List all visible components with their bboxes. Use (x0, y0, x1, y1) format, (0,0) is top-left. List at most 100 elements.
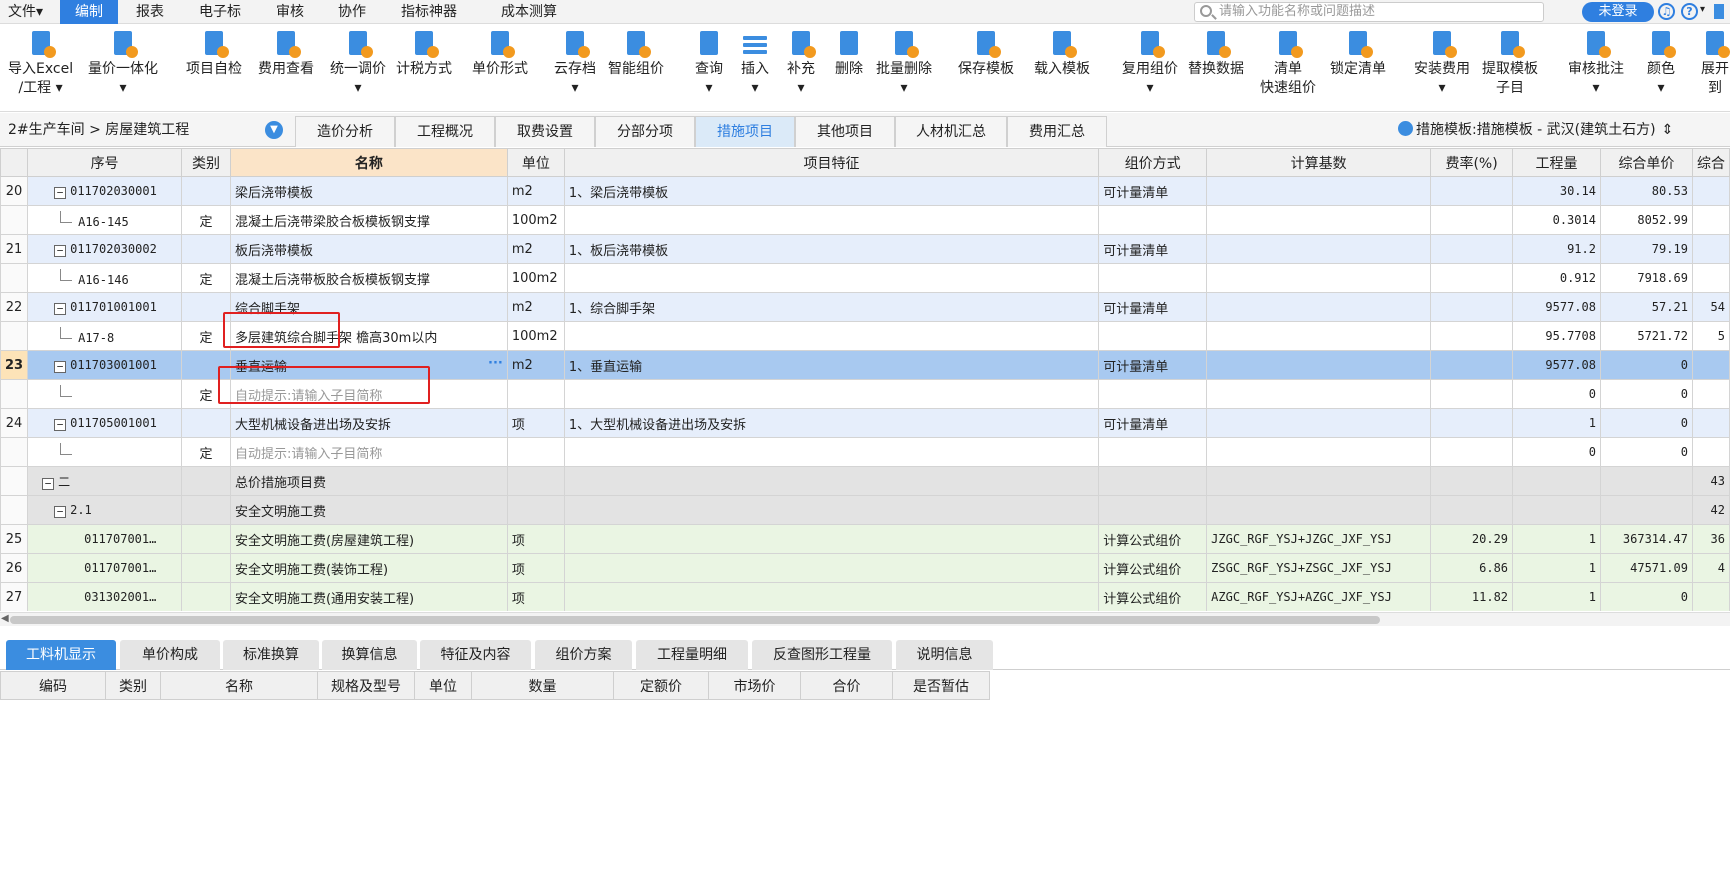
cell-calc-base[interactable] (1206, 466, 1432, 496)
cell-calc-base[interactable]: JZGC_RGF_YSJ+JZGC_JXF_YSJ (1206, 524, 1432, 554)
cell-name[interactable]: 安全文明施工费(房屋建筑工程) (229, 524, 508, 554)
cell-total[interactable] (1691, 437, 1730, 467)
table-row[interactable]: 20−011702030001 梁后浇带模板 m2 1、梁后浇带模板 可计量清单 30.1… (0, 176, 1730, 206)
cell-unit[interactable] (506, 495, 565, 525)
cell-pricing-method[interactable] (1098, 379, 1208, 409)
cell-type[interactable] (181, 234, 231, 264)
cell-seq[interactable]: A17-8 (27, 321, 183, 351)
menu-report[interactable]: 报表 (128, 0, 172, 24)
cell-pricing-method[interactable]: 可计量清单 (1098, 350, 1208, 380)
cell-name[interactable]: 大型机械设备进出场及安拆 (229, 408, 508, 438)
cell-unit[interactable]: 100m2 (506, 205, 565, 235)
bottom-header-quantity[interactable]: 数量 (471, 671, 614, 700)
cell-feature[interactable] (563, 205, 1100, 235)
cell-quantity[interactable]: 0 (1512, 379, 1601, 409)
cell-rate[interactable] (1430, 379, 1514, 409)
table-row[interactable]: 21−011702030002 板后浇带模板 m2 1、板后浇带模板 可计量清单 91.2… (0, 234, 1730, 264)
breadcrumb[interactable]: 2#生产车间 > 房屋建筑工程 (8, 113, 189, 147)
header-name[interactable]: 名称 (229, 148, 508, 177)
tab-pricing-scheme[interactable]: 组价方案 (535, 640, 632, 670)
cell-total[interactable]: 54 (1691, 292, 1730, 322)
toolbar-button-20[interactable]: 安装费用 ▾ (1414, 28, 1470, 98)
menu-cost-estimate[interactable]: 成本测算 (493, 0, 565, 24)
cell-seq[interactable] (27, 379, 183, 409)
cell-unit-price[interactable]: 5721.72 (1599, 321, 1693, 351)
cell-unit[interactable] (506, 466, 565, 496)
cell-calc-base[interactable] (1206, 234, 1432, 264)
toolbar-button-10[interactable]: 插入 ▾ (740, 28, 770, 98)
cell-total[interactable] (1691, 582, 1730, 611)
cell-total[interactable] (1691, 408, 1730, 438)
toolbar-button-0[interactable]: 导入Excel/工程 ▾ (8, 28, 73, 98)
cell-rate[interactable] (1430, 176, 1514, 206)
menu-e-bid[interactable]: 电子标 (191, 0, 249, 24)
cell-rate[interactable] (1430, 263, 1514, 293)
cell-pricing-method[interactable] (1098, 205, 1208, 235)
cell-unit-price[interactable]: 0 (1599, 437, 1693, 467)
cell-unit-price[interactable]: 0 (1599, 582, 1693, 611)
grid-menu-icon[interactable] (1714, 4, 1724, 19)
table-row[interactable]: 定 自动提示:请输入子目简称 0 0 (0, 437, 1730, 467)
table-row[interactable]: A16-145 定 混凝土后浇带梁胶合板模板钢支撑 100m2 0.3014 8052.9… (0, 205, 1730, 235)
cell-name[interactable]: 混凝土后浇带板胶合板模板钢支撑 (229, 263, 508, 293)
cell-pricing-method[interactable]: 计算公式组价 (1098, 524, 1208, 554)
cell-rate[interactable] (1430, 205, 1514, 235)
cell-rate[interactable] (1430, 321, 1514, 351)
cell-unit-price[interactable]: 0 (1599, 379, 1693, 409)
cell-calc-base[interactable]: ZSGC_RGF_YSJ+ZSGC_JXF_YSJ (1206, 553, 1432, 583)
cell-unit-price[interactable]: 367314.47 (1599, 524, 1693, 554)
cell-rate[interactable] (1430, 234, 1514, 264)
cell-type[interactable] (181, 466, 231, 496)
cell-unit-price[interactable]: 47571.09 (1599, 553, 1693, 583)
cell-calc-base[interactable] (1206, 408, 1432, 438)
cell-calc-base[interactable] (1206, 292, 1432, 322)
cell-unit-price[interactable] (1599, 466, 1693, 496)
tab-labor-material-summary[interactable]: 人材机汇总 (895, 116, 1007, 147)
cell-total[interactable]: 42 (1691, 495, 1730, 525)
tab-quantity-detail[interactable]: 工程量明细 (636, 640, 748, 670)
toolbar-button-7[interactable]: 云存档 ▾ (554, 28, 596, 98)
toolbar-button-2[interactable]: 项目自检 (186, 28, 242, 79)
toolbar-button-8[interactable]: 智能组价 (608, 28, 664, 79)
cell-feature[interactable] (563, 553, 1100, 583)
cell-feature[interactable] (563, 582, 1100, 611)
toolbar-button-21[interactable]: 提取模板 子目 (1482, 28, 1538, 98)
scroll-left-arrow-icon[interactable]: ◀ (1, 613, 9, 624)
cell-unit[interactable]: 100m2 (506, 263, 565, 293)
tab-description[interactable]: 说明信息 (896, 640, 993, 670)
cell-rate[interactable] (1430, 350, 1514, 380)
cell-calc-base[interactable]: AZGC_RGF_YSJ+AZGC_JXF_YSJ (1206, 582, 1432, 611)
cell-quantity[interactable]: 9577.08 (1512, 350, 1601, 380)
cell-pricing-method[interactable] (1098, 321, 1208, 351)
cell-unit-price[interactable]: 8052.99 (1599, 205, 1693, 235)
cell-name[interactable]: 自动提示:请输入子目简称 (229, 437, 508, 467)
cell-name[interactable]: 安全文明施工费 (229, 495, 508, 525)
bottom-header-is-provisional[interactable]: 是否暂估 (892, 671, 990, 700)
toolbar-button-4[interactable]: 统一调价 ▾ (330, 28, 386, 98)
cell-quantity[interactable]: 30.14 (1512, 176, 1601, 206)
cell-seq[interactable]: −011702030002 (27, 234, 183, 264)
cell-rate[interactable] (1430, 292, 1514, 322)
header-rate[interactable]: 费率(%) (1430, 148, 1514, 177)
function-search-input[interactable]: 请输入功能名称或问题描述 (1194, 2, 1544, 22)
tab-conversion-info[interactable]: 换算信息 (322, 640, 417, 670)
cell-feature[interactable]: 1、板后浇带模板 (563, 234, 1100, 264)
tab-fee-summary[interactable]: 费用汇总 (1007, 116, 1107, 147)
bottom-header-quota-price[interactable]: 定额价 (613, 671, 709, 700)
cell-total[interactable]: 36 (1691, 524, 1730, 554)
cell-pricing-method[interactable]: 计算公式组价 (1098, 553, 1208, 583)
cell-seq[interactable]: A16-145 (27, 205, 183, 235)
toolbar-button-17[interactable]: 替换数据 (1188, 28, 1244, 79)
cell-name[interactable]: 总价措施项目费 (229, 466, 508, 496)
cell-unit-price[interactable]: 7918.69 (1599, 263, 1693, 293)
cell-quantity[interactable]: 91.2 (1512, 234, 1601, 264)
cell-feature[interactable] (563, 466, 1100, 496)
cell-quantity[interactable]: 1 (1512, 582, 1601, 611)
bottom-header-code[interactable]: 编码 (0, 671, 106, 700)
cell-total[interactable] (1691, 205, 1730, 235)
menu-collab[interactable]: 协作 (330, 0, 374, 24)
table-row[interactable]: 25 011707001… 安全文明施工费(房屋建筑工程) 项 计算公式组价 JZGC_R… (0, 524, 1730, 554)
cell-type[interactable] (181, 495, 231, 525)
cell-feature[interactable] (563, 263, 1100, 293)
login-button[interactable]: 未登录 (1582, 2, 1654, 22)
